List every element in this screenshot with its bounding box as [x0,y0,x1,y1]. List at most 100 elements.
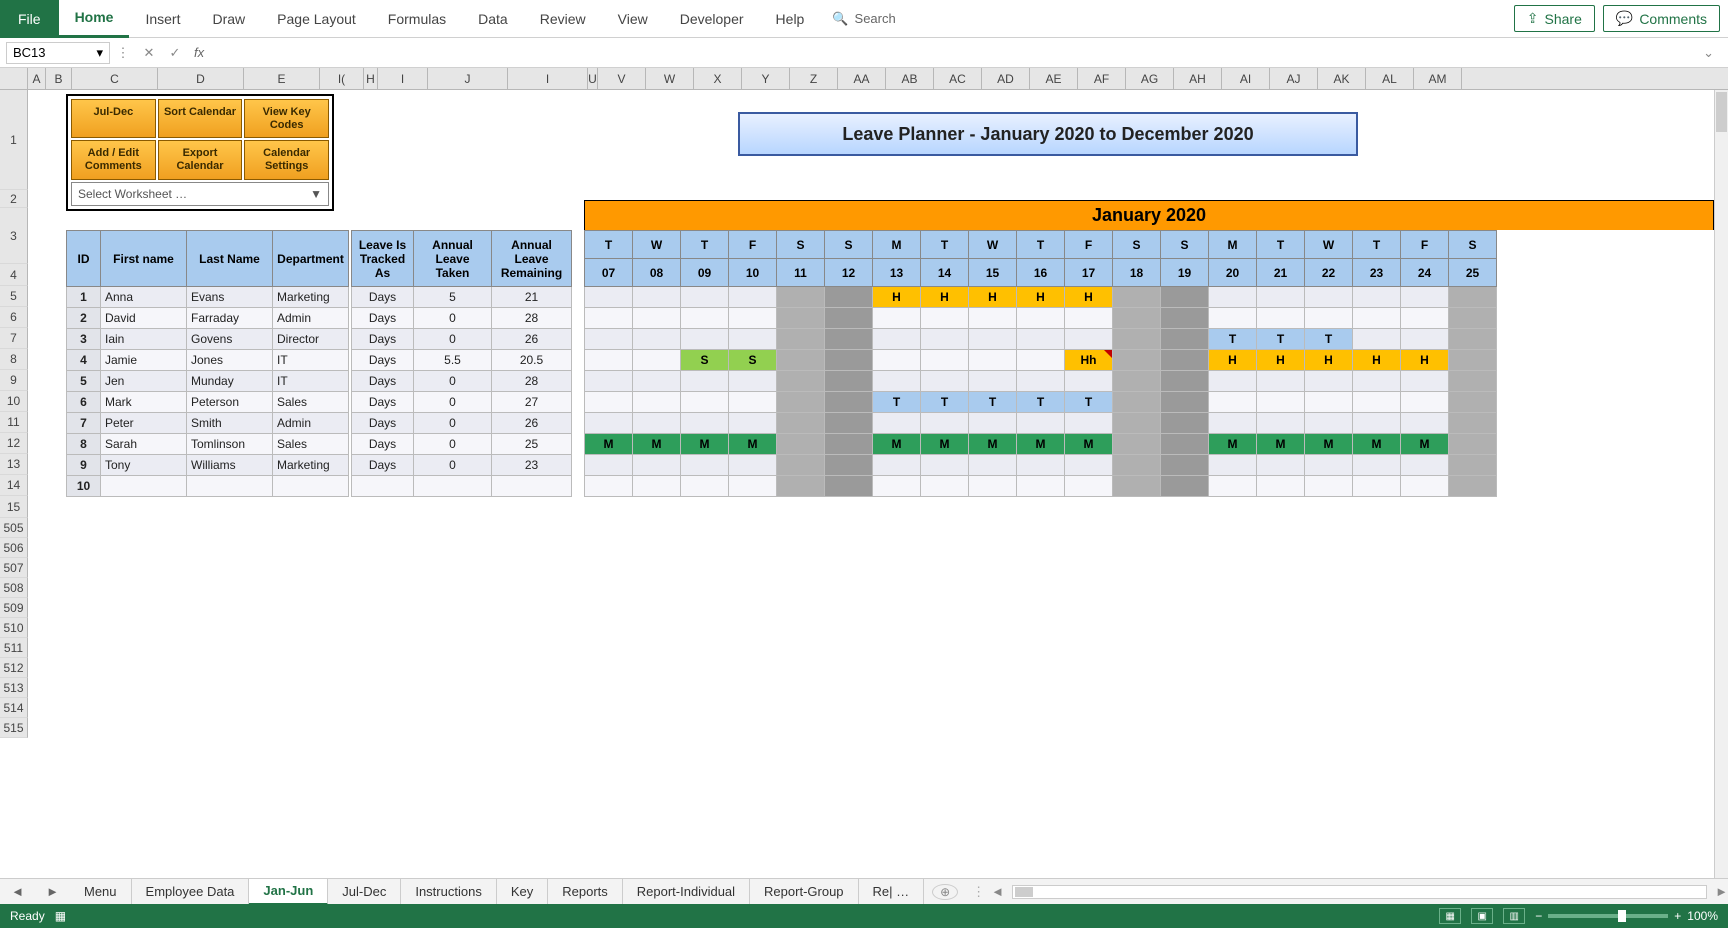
calendar-cell[interactable] [1113,434,1161,455]
leave-row[interactable]: Days026 [352,413,572,434]
calendar-cell[interactable] [681,287,729,308]
calendar-cell[interactable] [1113,476,1161,497]
calendar-cell[interactable] [1113,413,1161,434]
calendar-cell[interactable] [1401,476,1449,497]
calendar-cell[interactable] [1113,308,1161,329]
calendar-cell[interactable] [633,476,681,497]
row-header[interactable]: 511 [0,638,28,658]
calendar-cell[interactable]: T [1257,329,1305,350]
employee-row[interactable]: 10 [67,476,349,497]
sheet-tab[interactable]: Menu [70,879,132,905]
row-header[interactable]: 1 [0,90,28,190]
page-break-view-icon[interactable]: ▥ [1503,908,1525,924]
calendar-cell[interactable] [729,308,777,329]
column-header[interactable]: I( [320,68,364,89]
column-header[interactable]: AK [1318,68,1366,89]
cancel-formula-icon[interactable]: ✕ [136,45,162,61]
calendar-cell[interactable] [825,413,873,434]
calendar-cell[interactable]: T [873,392,921,413]
calendar-cell[interactable] [1257,413,1305,434]
calendar-cell[interactable]: H [1401,350,1449,371]
calendar-cell[interactable] [1353,329,1401,350]
row-header[interactable]: 4 [0,264,28,286]
calendar-cell[interactable] [873,476,921,497]
calendar-cell[interactable] [1161,434,1209,455]
calendar-cell[interactable]: M [681,434,729,455]
calendar-cell[interactable] [1401,455,1449,476]
calendar-cell[interactable] [969,329,1017,350]
calendar-cell[interactable] [1305,455,1353,476]
sheet-tab[interactable]: Jul-Dec [328,879,401,905]
normal-view-icon[interactable]: ▦ [1439,908,1461,924]
column-header[interactable]: Z [790,68,838,89]
tell-me-search[interactable]: 🔍 Search [820,11,907,27]
share-button[interactable]: ⇪ Share [1514,5,1595,32]
calendar-cell[interactable]: M [1017,434,1065,455]
fx-icon[interactable]: fx [188,45,210,60]
row-header[interactable]: 15 [0,496,28,518]
calendar-cell[interactable] [921,371,969,392]
calendar-cell[interactable] [873,371,921,392]
leave-row[interactable]: Days026 [352,329,572,350]
calendar-cell[interactable] [633,308,681,329]
row-header[interactable]: 7 [0,328,28,349]
calendar-cell[interactable] [681,455,729,476]
calendar-cell[interactable]: M [633,434,681,455]
comments-button[interactable]: 💬 Comments [1603,5,1720,32]
ribbon-tab-page-layout[interactable]: Page Layout [261,0,372,38]
calendar-cell[interactable] [633,455,681,476]
calendar-cell[interactable] [1209,413,1257,434]
select-worksheet-dropdown[interactable]: Select Worksheet … ▼ [71,182,329,206]
calendar-cell[interactable]: H [921,287,969,308]
column-header[interactable]: AC [934,68,982,89]
calendar-cell[interactable] [825,287,873,308]
calendar-cell[interactable]: S [681,350,729,371]
calendar-cell[interactable] [1449,434,1497,455]
calendar-cell[interactable] [1305,371,1353,392]
calendar-cell[interactable] [1017,371,1065,392]
calendar-cell[interactable]: M [1209,434,1257,455]
calendar-cell[interactable] [1257,455,1305,476]
column-header[interactable]: AG [1126,68,1174,89]
calendar-cell[interactable] [585,329,633,350]
calendar-cell[interactable]: S [729,350,777,371]
calendar-cell[interactable] [1209,371,1257,392]
row-header[interactable]: 6 [0,307,28,328]
calendar-cell[interactable] [1209,455,1257,476]
sheet-tab[interactable]: Key [497,879,548,905]
column-header[interactable]: AJ [1270,68,1318,89]
calendar-cell[interactable] [633,287,681,308]
calendar-cell[interactable] [1017,455,1065,476]
sheet-tab[interactable]: Instructions [401,879,496,905]
column-header[interactable]: AM [1414,68,1462,89]
calendar-cell[interactable] [873,413,921,434]
calendar-row[interactable] [585,476,1497,497]
row-header[interactable]: 508 [0,578,28,598]
calendar-cell[interactable] [1305,476,1353,497]
calendar-cell[interactable] [681,476,729,497]
column-header[interactable]: V [598,68,646,89]
calendar-cell[interactable]: H [1257,350,1305,371]
formula-input[interactable] [210,42,1695,64]
column-header[interactable]: J [428,68,508,89]
calendar-row[interactable] [585,371,1497,392]
ribbon-tab-draw[interactable]: Draw [196,0,261,38]
calendar-cell[interactable] [1065,413,1113,434]
select-all-triangle[interactable] [0,68,28,89]
sheet-tab[interactable]: Jan-Jun [249,879,328,905]
sheet-tab[interactable]: Employee Data [132,879,250,905]
calendar-cell[interactable] [681,371,729,392]
leave-row[interactable] [352,476,572,497]
calendar-cell[interactable] [921,476,969,497]
calendar-cell[interactable] [1257,392,1305,413]
zoom-out-icon[interactable]: − [1535,909,1542,923]
row-header[interactable]: 506 [0,538,28,558]
calendar-cell[interactable] [1449,476,1497,497]
row-header[interactable]: 505 [0,518,28,538]
row-header[interactable]: 10 [0,391,28,412]
calendar-cell[interactable] [1209,287,1257,308]
column-header[interactable]: AE [1030,68,1078,89]
calendar-cell[interactable] [825,455,873,476]
calendar-cell[interactable] [777,329,825,350]
row-header[interactable]: 509 [0,598,28,618]
